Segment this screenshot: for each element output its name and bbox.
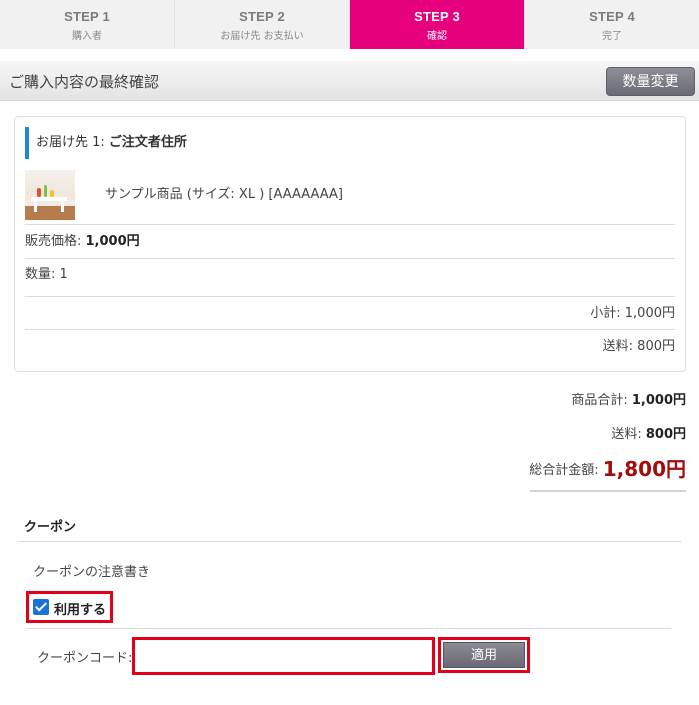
- grand-total: 総合計金額: 1,800円: [529, 453, 686, 482]
- coupon-code-input[interactable]: [135, 640, 432, 672]
- shipping-total: 送料: 800円: [611, 423, 686, 442]
- coupon-use-highlight: 利用する: [26, 591, 113, 623]
- step-2-label: お届け先 お支払い: [220, 31, 304, 42]
- page-header: ご購入内容の最終確認 数量変更: [0, 61, 699, 101]
- quantity-change-button[interactable]: 数量変更: [606, 67, 695, 96]
- grand-total-label: 総合計金額:: [529, 463, 603, 478]
- grand-total-value: 1,800円: [602, 457, 686, 481]
- apply-coupon-button[interactable]: 適用: [443, 642, 525, 668]
- coupon-divider-2: [26, 628, 671, 629]
- coupon-code-label: クーポンコード:: [37, 651, 133, 666]
- step-1: STEP 1 購入者: [0, 0, 175, 49]
- shipment-box: お届け先 1: ご注文者住所 サンプル商品 (サイズ: XL ) [AAAAAA…: [14, 116, 686, 372]
- subtotal-row: 小計: 1,000円: [25, 296, 675, 329]
- step-3-number: STEP 3: [414, 9, 460, 24]
- destination-prefix: お届け先 1:: [36, 135, 109, 150]
- product-name: サンプル商品 (サイズ: XL ) [AAAAAAA]: [105, 187, 343, 202]
- price-label: 販売価格:: [25, 234, 86, 249]
- coupon-code-highlight: [132, 637, 435, 675]
- product-total-value: 1,000円: [631, 393, 686, 408]
- product-total-label: 商品合計:: [571, 393, 632, 408]
- coupon-heading: クーポン: [24, 520, 77, 535]
- apply-button-highlight: 適用: [438, 637, 530, 673]
- product-thumbnail[interactable]: [25, 170, 75, 220]
- destination-name: ご注文者住所: [108, 135, 187, 150]
- step-3-active: STEP 3 確認: [350, 0, 525, 49]
- step-4-label: 完了: [602, 31, 622, 42]
- coupon-note: クーポンの注意書き: [33, 565, 151, 580]
- quantity-text: 数量: 1: [25, 267, 68, 282]
- product-total: 商品合計: 1,000円: [571, 389, 686, 408]
- coupon-use-checkbox[interactable]: [33, 599, 49, 615]
- shipping-total-value: 800円: [645, 427, 686, 442]
- step-2-number: STEP 2: [239, 9, 285, 24]
- price-value: 1,000円: [85, 234, 140, 249]
- destination-heading: お届け先 1: ご注文者住所: [25, 127, 187, 159]
- grand-total-divider: [530, 490, 686, 492]
- shipping-total-label: 送料:: [611, 427, 646, 442]
- step-3-label: 確認: [427, 31, 447, 42]
- shipping-text: 送料: 800円: [602, 339, 675, 354]
- step-1-number: STEP 1: [64, 9, 110, 24]
- step-bar: STEP 1 購入者 STEP 2 お届け先 お支払い STEP 3 確認 ST…: [0, 0, 699, 49]
- coupon-use-label[interactable]: 利用する: [54, 599, 106, 618]
- shipping-row: 送料: 800円: [25, 329, 675, 362]
- quantity-row: 数量: 1: [25, 258, 675, 296]
- price-row: 販売価格: 1,000円: [25, 224, 675, 258]
- step-4: STEP 4 完了: [525, 0, 699, 49]
- step-1-label: 購入者: [72, 31, 102, 42]
- page-title: ご購入内容の最終確認: [9, 73, 160, 91]
- coupon-divider: [18, 541, 681, 542]
- subtotal-text: 小計: 1,000円: [590, 306, 675, 321]
- step-2: STEP 2 お届け先 お支払い: [175, 0, 350, 49]
- step-4-number: STEP 4: [589, 9, 635, 24]
